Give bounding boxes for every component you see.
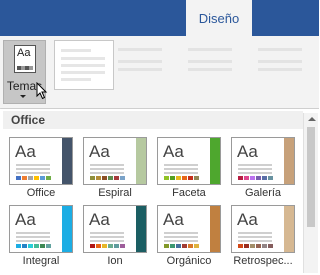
theme-accent-strip	[210, 138, 220, 184]
theme-label: Faceta	[172, 187, 206, 199]
preview-line	[61, 57, 105, 60]
theme-text-lines	[90, 232, 124, 242]
themes-icon-text: Aa	[17, 47, 31, 59]
theme-label: Retrospec...	[233, 255, 293, 267]
theme-text-lines	[238, 232, 272, 242]
tab-design[interactable]: Diseño	[186, 0, 252, 36]
theme-color-swatches	[164, 176, 199, 180]
section-header-office: Office	[3, 111, 303, 129]
theme-color-swatches	[16, 176, 51, 180]
theme-sample-text: Aa	[15, 142, 36, 161]
themes-icon-swatches	[17, 66, 33, 70]
theme-color-swatches	[238, 244, 273, 248]
theme-accent-strip	[136, 138, 146, 184]
scroll-up-icon[interactable]	[308, 117, 316, 121]
theme-sample-text: Aa	[15, 210, 36, 229]
theme-color-swatches	[16, 244, 51, 248]
document-format-preview[interactable]	[54, 40, 114, 90]
theme-accent-strip	[210, 206, 220, 252]
chevron-down-icon	[20, 95, 26, 98]
theme-sample-text: Aa	[163, 210, 184, 229]
mouse-cursor-icon	[36, 82, 48, 100]
theme-sample-text: Aa	[89, 142, 110, 161]
theme-color-swatches	[164, 244, 199, 248]
theme-tile[interactable]: Aa	[9, 205, 73, 253]
theme-label: Galería	[244, 187, 282, 199]
theme-text-lines	[16, 232, 50, 242]
theme-tile[interactable]: Aa	[157, 137, 221, 185]
ribbon-tab-bar	[0, 0, 319, 36]
theme-sample-text: Aa	[163, 142, 184, 161]
theme-color-swatches	[90, 244, 125, 248]
theme-tile[interactable]: Aa	[83, 137, 147, 185]
theme-sample-text: Aa	[237, 142, 258, 161]
scrollbar[interactable]	[303, 113, 318, 273]
style-set-previews	[118, 44, 318, 86]
preview-line	[61, 78, 91, 81]
theme-accent-strip	[136, 206, 146, 252]
theme-text-lines	[16, 164, 50, 174]
theme-text-lines	[90, 164, 124, 174]
theme-tile[interactable]: Aa	[157, 205, 221, 253]
theme-accent-strip	[284, 138, 294, 184]
preview-line	[61, 64, 105, 67]
theme-sample-text: Aa	[237, 210, 258, 229]
preview-line	[61, 49, 91, 52]
theme-label: Office	[26, 187, 56, 199]
scroll-thumb[interactable]	[307, 127, 315, 227]
theme-tile[interactable]: Aa	[231, 205, 295, 253]
theme-tile[interactable]: Aa	[83, 205, 147, 253]
theme-tile[interactable]: Aa	[9, 137, 73, 185]
themes-dropdown-panel: Office Aa Office Aa Espiral Aa Faceta Aa Galerí…	[1, 108, 319, 275]
themes-icon: Aa	[14, 45, 36, 73]
theme-tile[interactable]: Aa	[231, 137, 295, 185]
theme-label: Integral	[22, 255, 60, 267]
theme-label: Espiral	[98, 187, 132, 199]
theme-text-lines	[238, 164, 272, 174]
theme-label: Orgánico	[166, 255, 212, 267]
theme-color-swatches	[238, 176, 273, 180]
theme-label: Ion	[107, 255, 123, 267]
theme-text-lines	[164, 232, 198, 242]
theme-accent-strip	[284, 206, 294, 252]
theme-accent-strip	[62, 138, 72, 184]
theme-sample-text: Aa	[89, 210, 110, 229]
theme-color-swatches	[90, 176, 125, 180]
theme-accent-strip	[62, 206, 72, 252]
theme-text-lines	[164, 164, 198, 174]
preview-line	[61, 71, 105, 74]
